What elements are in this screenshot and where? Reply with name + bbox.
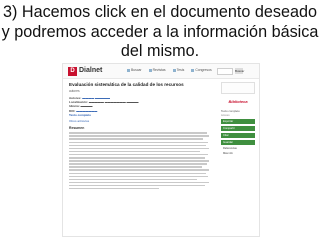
nav-bullet-icon [148,68,152,72]
slide-title: 3) Hacemos click en el documento deseado… [0,3,320,62]
cite-button[interactable]: Citar [221,133,255,138]
document-metadata: Autores: ▬▬▬▬ ▬▬▬▬▬ Localización: ▬▬▬▬▬ … [69,96,209,117]
dialnet-logo-icon: D [68,66,77,76]
text-line [69,144,206,147]
nav-bullet-icon [191,68,195,72]
search-button[interactable]: Buscar [235,68,244,74]
meta-row: Texto completo [69,113,209,117]
text-line [69,181,209,184]
text-line [69,163,207,165]
text-line [69,166,202,168]
nav-item-label: Buscar [131,68,142,72]
full-text-link[interactable]: Texto completo [69,113,91,117]
text-line [69,169,209,171]
nav-item-tesis[interactable]: Tesis [172,68,185,72]
text-line [69,135,209,137]
text-line [69,178,197,181]
nav-item-label: Revistas [152,68,166,72]
nav-bullet-icon [127,68,130,72]
text-line [69,147,209,150]
text-line [69,153,208,156]
text-line [69,184,205,187]
text-line [69,172,206,174]
slide-title-line-3: del mismo. [120,42,200,60]
document-title[interactable]: Evaluación sistemática de la calidad de … [69,82,209,88]
dialnet-logo-text: Dialnet [79,67,103,74]
nav-item-revistas[interactable]: Revistas [148,68,166,72]
share-button[interactable]: Compartir [221,126,255,131]
nav-item-congresos[interactable]: Congresos [191,68,212,72]
text-line [69,160,209,162]
site-header: D Dialnet Buscar Revistas Tesis Congreso… [63,64,259,79]
export-button[interactable]: Exportar [221,119,255,124]
meta-value: ▬▬▬▬▬ ▬▬▬▬▬▬▬ ▬▬▬▬ [88,100,139,105]
references-link[interactable]: Referencias [221,147,255,151]
library-badge-label: Biblioteca [228,99,248,104]
sidebar-box [221,82,255,94]
dialnet-logo[interactable]: D Dialnet [68,66,102,76]
document-record: Evaluación sistemática de la calidad de … [69,82,209,191]
more-info-link[interactable]: Más info [221,152,255,156]
sidebar-sublabel: Acceso [221,113,230,117]
slide-title-line-1: 3) Hacemos click en el documento deseado [2,3,318,21]
text-line [69,150,200,153]
related-articles-link[interactable]: Otros artículos [69,119,209,123]
document-authors: autores [69,88,80,93]
save-button[interactable]: Guardar [221,140,255,145]
nav-item-label: Congresos [195,68,212,72]
text-line [69,132,207,134]
dialnet-screenshot: D Dialnet Buscar Revistas Tesis Congreso… [62,63,260,237]
nav-item-label: Tesis [176,68,185,72]
slide-title-line-2: y podremos acceder a la información bási… [1,22,319,41]
abstract-heading: Resumen [69,126,85,131]
nav-bullet-icon [172,68,176,72]
text-line [69,175,208,178]
text-line [69,157,205,159]
right-sidebar: Biblioteca Texto completo Acceso Exporta… [221,82,255,156]
text-line [69,141,208,144]
text-line [69,138,203,140]
search-input[interactable] [217,68,233,75]
nav-item-buscar[interactable]: Buscar [127,68,142,72]
library-badge[interactable]: Biblioteca [221,96,255,107]
text-line [69,187,159,190]
abstract-text [69,132,209,190]
